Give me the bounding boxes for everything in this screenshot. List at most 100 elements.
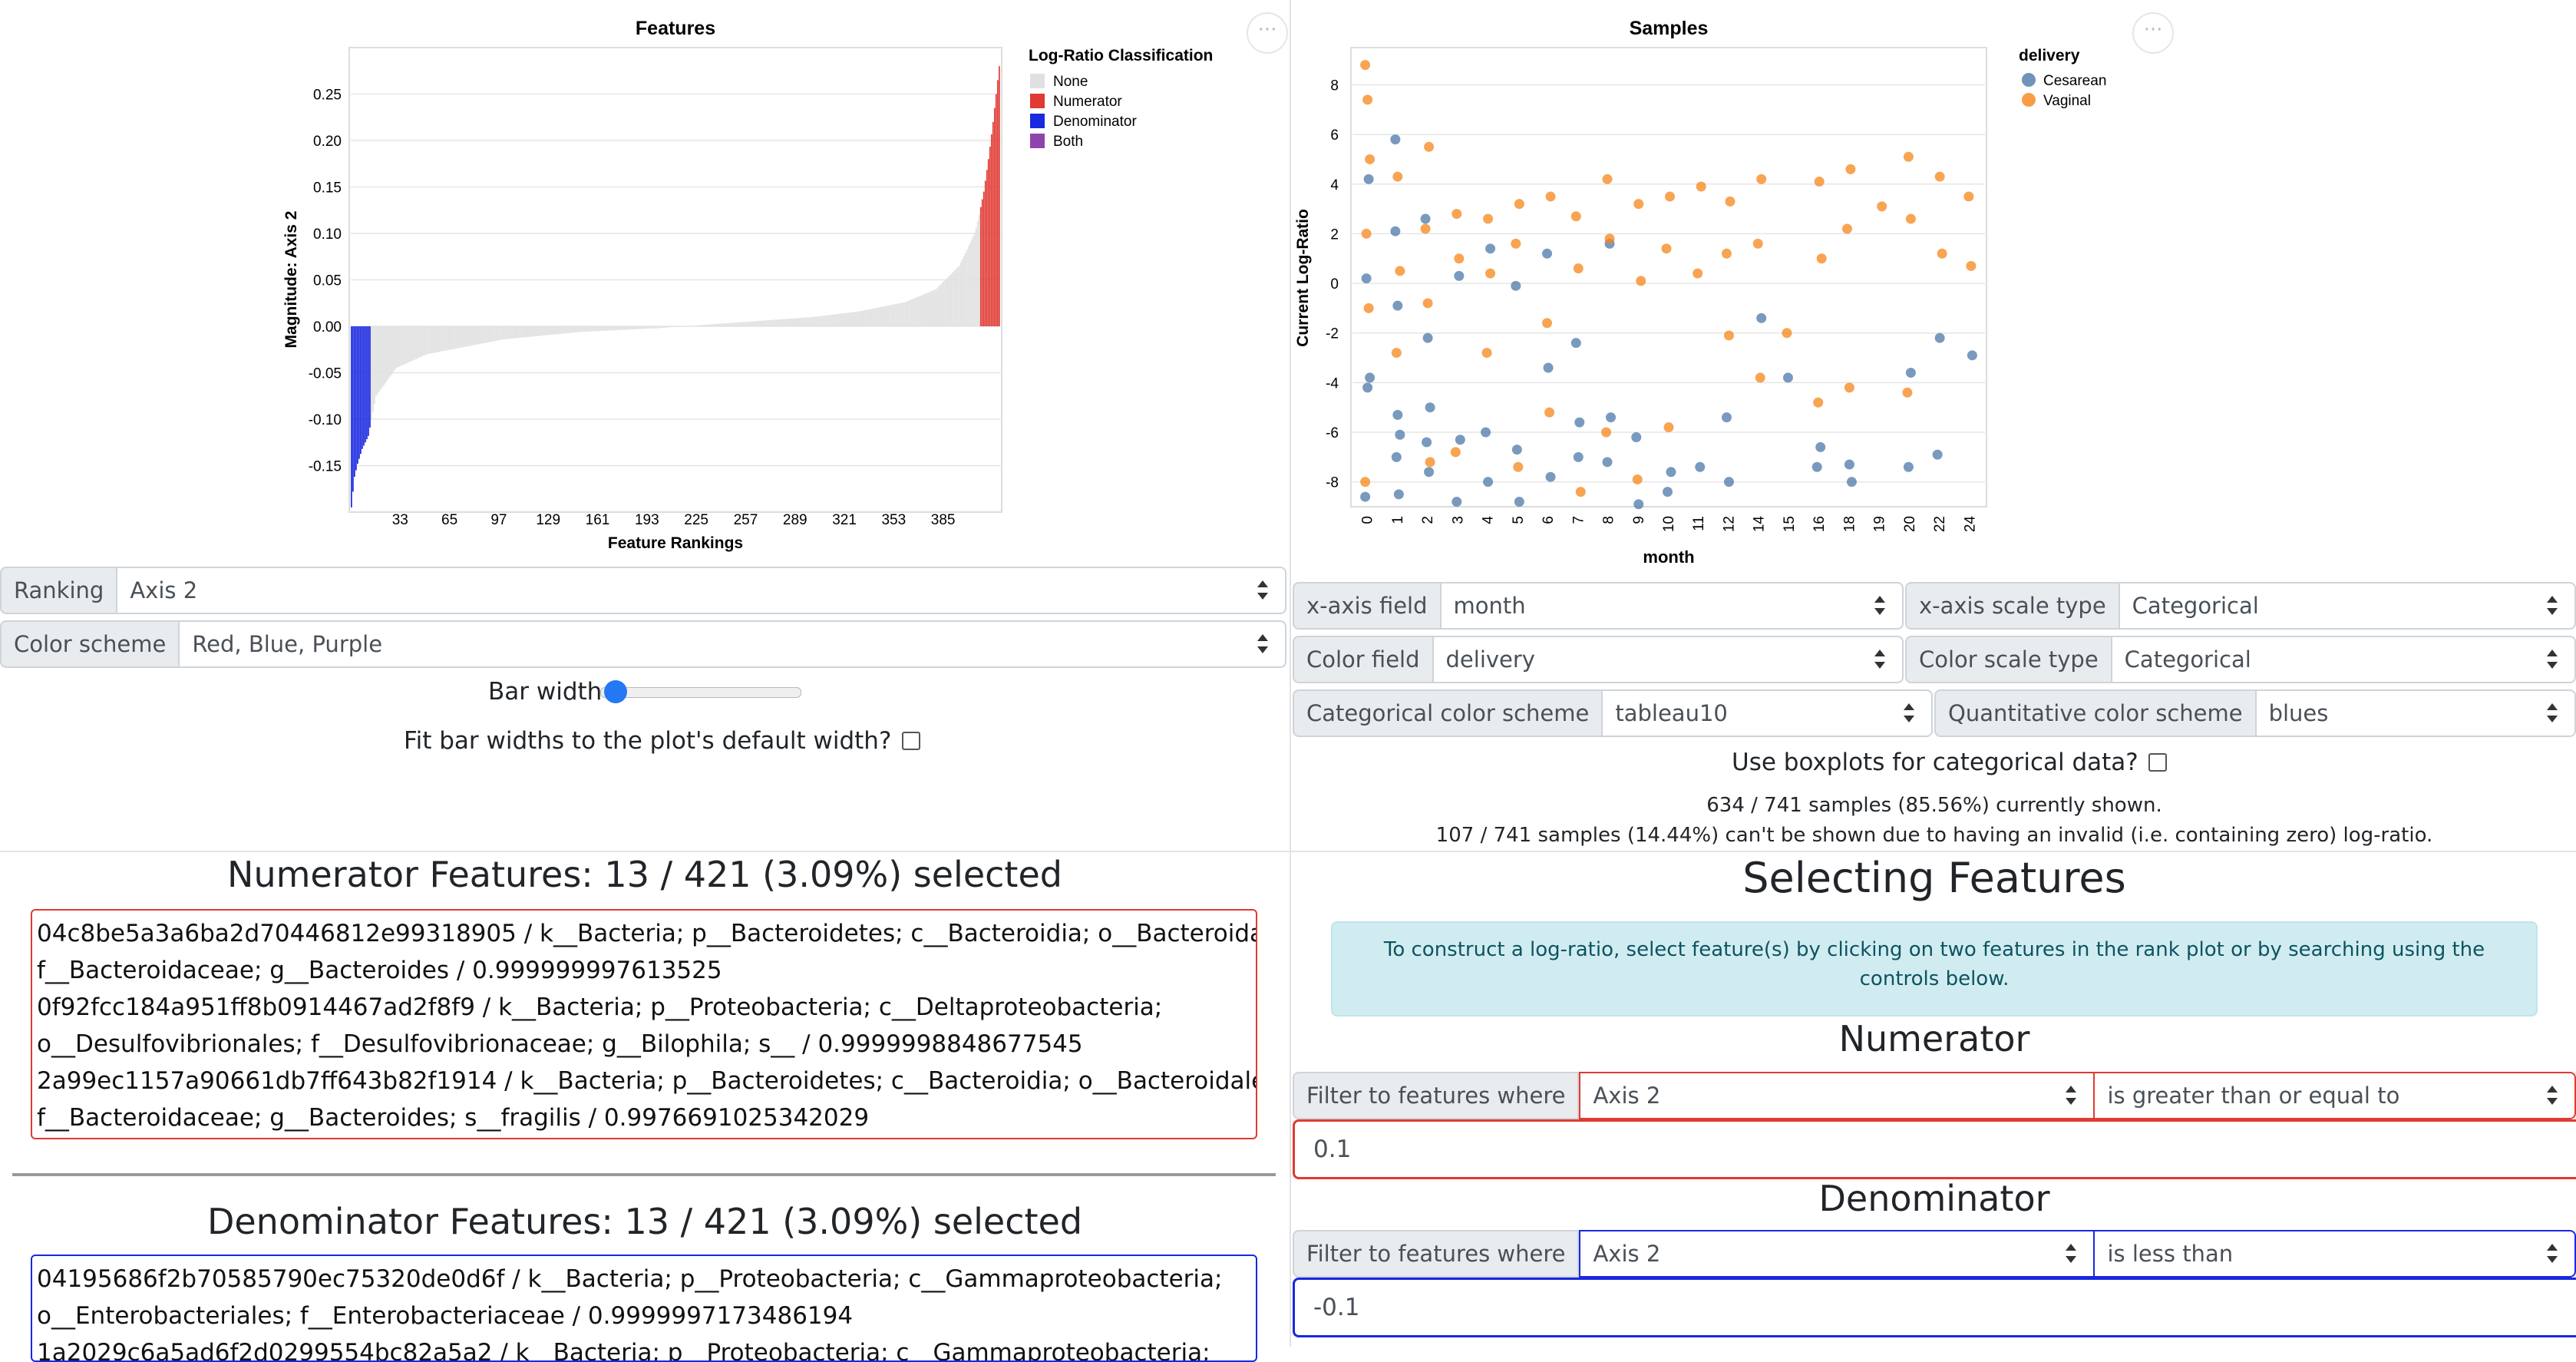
feature-bar[interactable] xyxy=(451,326,453,350)
boxplot-checkbox[interactable] xyxy=(2148,753,2167,772)
feature-bar[interactable] xyxy=(545,326,547,336)
feature-bar[interactable] xyxy=(910,299,913,326)
denominator-feature-bar[interactable] xyxy=(355,326,357,471)
feature-bar[interactable] xyxy=(522,326,523,338)
feature-bar[interactable] xyxy=(787,319,789,326)
feature-bar[interactable] xyxy=(831,314,834,326)
sample-point-vaginal[interactable] xyxy=(1450,447,1461,458)
color-scale-select[interactable]: Categorical xyxy=(2112,636,2576,683)
feature-bar[interactable] xyxy=(571,326,573,333)
feature-bar[interactable] xyxy=(504,326,507,339)
feature-bar[interactable] xyxy=(582,326,584,332)
feature-bar[interactable] xyxy=(534,326,536,337)
feature-bar[interactable] xyxy=(966,250,968,326)
feature-bar[interactable] xyxy=(929,291,931,326)
feature-bar[interactable] xyxy=(901,302,903,326)
feature-bar[interactable] xyxy=(663,326,665,328)
feature-bar[interactable] xyxy=(976,220,979,326)
feature-bar[interactable] xyxy=(651,326,653,329)
feature-bar[interactable] xyxy=(520,326,522,338)
feature-bar[interactable] xyxy=(616,326,618,331)
feature-bar[interactable] xyxy=(477,326,479,345)
sample-point-vaginal[interactable] xyxy=(1693,268,1703,279)
feature-bar[interactable] xyxy=(586,326,589,332)
feature-bar[interactable] xyxy=(956,267,959,326)
feature-bar[interactable] xyxy=(903,302,905,326)
feature-bar[interactable] xyxy=(975,226,977,326)
feature-bar[interactable] xyxy=(953,270,956,326)
sample-point-cesarean[interactable] xyxy=(1420,213,1431,224)
feature-bar[interactable] xyxy=(543,326,545,336)
feature-bar[interactable] xyxy=(669,326,672,328)
feature-bar[interactable] xyxy=(913,298,916,326)
sample-point-vaginal[interactable] xyxy=(1485,268,1496,279)
feature-bar[interactable] xyxy=(626,326,629,330)
sample-point-vaginal[interactable] xyxy=(1755,372,1765,383)
fit-bar-width-checkbox[interactable] xyxy=(901,732,920,750)
feature-bar[interactable] xyxy=(472,326,474,345)
feature-bar[interactable] xyxy=(906,301,908,326)
sample-point-vaginal[interactable] xyxy=(1966,260,1977,271)
feature-bar[interactable] xyxy=(840,313,841,326)
feature-bar[interactable] xyxy=(685,326,687,327)
feature-bar[interactable] xyxy=(796,318,798,326)
feature-bar[interactable] xyxy=(930,291,933,326)
feature-bar[interactable] xyxy=(759,320,761,326)
feature-bar[interactable] xyxy=(467,326,470,346)
feature-bar[interactable] xyxy=(415,326,418,359)
feature-bar[interactable] xyxy=(718,323,719,326)
feature-bar[interactable] xyxy=(574,326,576,333)
feature-bar[interactable] xyxy=(949,275,951,326)
feature-bar[interactable] xyxy=(447,326,450,350)
sample-point-vaginal[interactable] xyxy=(1633,199,1644,210)
sample-point-cesarean[interactable] xyxy=(1602,457,1613,468)
feature-bar[interactable] xyxy=(770,319,772,326)
sample-point-cesarean[interactable] xyxy=(1391,451,1402,462)
numerator-feature-bar[interactable] xyxy=(993,107,996,326)
feature-bar[interactable] xyxy=(527,326,528,338)
feature-bar[interactable] xyxy=(872,309,874,326)
feature-bar[interactable] xyxy=(689,326,690,327)
feature-bar[interactable] xyxy=(887,305,890,326)
feature-bar[interactable] xyxy=(838,313,840,326)
feature-bar[interactable] xyxy=(722,323,724,326)
feature-bar[interactable] xyxy=(765,320,768,326)
feature-bar[interactable] xyxy=(498,326,500,341)
feature-bar[interactable] xyxy=(540,326,542,336)
sample-point-cesarean[interactable] xyxy=(1451,497,1462,507)
feature-bar[interactable] xyxy=(563,326,566,334)
sample-point-vaginal[interactable] xyxy=(1601,427,1612,438)
sample-point-cesarean[interactable] xyxy=(1663,487,1673,498)
feature-bar[interactable] xyxy=(745,322,748,326)
denominator-feature-bar[interactable] xyxy=(352,326,354,492)
feature-bar[interactable] xyxy=(710,324,712,326)
feature-bar[interactable] xyxy=(608,326,610,331)
feature-bar[interactable] xyxy=(735,322,737,326)
numerator-field-select[interactable]: Axis 2 xyxy=(1579,1072,2095,1119)
sample-point-vaginal[interactable] xyxy=(1420,223,1431,234)
feature-bar[interactable] xyxy=(643,326,646,329)
feature-bar[interactable] xyxy=(978,214,980,326)
feature-bar[interactable] xyxy=(824,315,826,326)
feature-bar[interactable] xyxy=(940,284,942,326)
feature-bar[interactable] xyxy=(732,322,734,326)
feature-bar[interactable] xyxy=(383,326,385,385)
feature-bar[interactable] xyxy=(659,326,661,329)
feature-bar[interactable] xyxy=(452,326,454,349)
feature-bar[interactable] xyxy=(898,303,900,326)
numerator-value-input[interactable]: 0.1 xyxy=(1293,1119,2576,1179)
sample-point-vaginal[interactable] xyxy=(1721,248,1732,259)
numerator-feature-bar[interactable] xyxy=(983,191,985,326)
sample-point-vaginal[interactable] xyxy=(1575,487,1586,498)
feature-bar[interactable] xyxy=(682,326,684,327)
feature-bar[interactable] xyxy=(381,326,383,388)
feature-bar[interactable] xyxy=(487,326,490,342)
feature-bar[interactable] xyxy=(767,320,769,326)
feature-bar[interactable] xyxy=(406,326,408,364)
feature-bar[interactable] xyxy=(918,296,920,326)
denominator-feature-bar[interactable] xyxy=(360,326,362,455)
feature-bar[interactable] xyxy=(744,322,746,326)
feature-bar[interactable] xyxy=(553,326,554,335)
feature-bar[interactable] xyxy=(600,326,603,332)
denominator-feature-bar[interactable] xyxy=(363,326,365,446)
